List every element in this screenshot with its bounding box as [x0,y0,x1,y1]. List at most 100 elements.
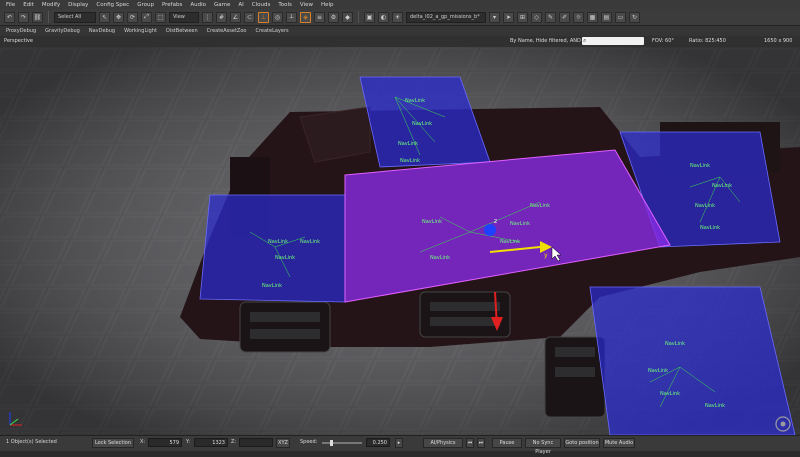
filter-options-label[interactable]: By Name, Hide filtered, AND [510,38,581,44]
wireframe-icon[interactable]: ▤ [601,11,612,23]
y-coord-field[interactable]: 1323 [194,438,228,447]
mute-audio-label: Mute Audio [604,440,634,446]
ai-physics-button[interactable]: AI/Physics [423,438,463,448]
select-region-icon[interactable]: ⬚ [155,11,166,23]
menu-help[interactable]: Help [321,2,334,8]
scale-icon[interactable]: ⤢ [141,11,152,23]
nav-link-label: NavLink [665,341,685,347]
quick-dist-between[interactable]: DistBetween [166,28,198,34]
viewport-view-label[interactable]: Perspective [4,38,33,44]
prefab-icon[interactable]: ▣ [364,11,375,23]
speed-value: 0.250 [372,440,387,446]
move-icon[interactable]: ✥ [113,11,124,23]
quick-create-asset-zoo[interactable]: CreateAssetZoo [207,28,247,34]
menu-file[interactable]: File [6,2,15,8]
layers-icon[interactable]: ≡ [314,11,325,23]
ratio-value: 825:450 [705,38,726,44]
speed-step-icon[interactable]: ▸ [395,438,403,448]
no-sync-player-button[interactable]: No Sync Player [525,438,561,455]
select-arrow-icon[interactable]: ↖ [99,11,110,23]
display-icon[interactable]: ▭ [615,11,626,23]
quick-gravity-debug[interactable]: GravityDebug [45,28,80,34]
ratio-label: Ratio: [689,38,704,44]
x-coord-label: X: [140,439,146,445]
view-mode-dropdown[interactable]: View [169,11,199,23]
scene-render[interactable]: NavLink NavLink NavLink NavLink NavLink … [0,47,800,435]
save-icon[interactable]: ▾ [489,11,500,23]
xyz-label: XYZ [278,440,288,446]
snap-icon[interactable]: ⋮ [202,11,213,23]
fov-readout: FOV: 60° [652,38,674,44]
step-back-icon[interactable]: ⏮ [466,438,474,448]
cube-icon[interactable]: ▦ [587,11,598,23]
brush-icon[interactable]: ✐ [559,11,570,23]
menu-tools[interactable]: Tools [278,2,292,8]
gizmo-z-handle[interactable] [484,224,496,236]
ai-physics-label: AI/Physics [430,440,456,446]
object-snap-icon[interactable]: ◈ [300,11,311,23]
sun-icon[interactable]: ☼ [573,11,584,23]
terrain-snap-icon[interactable]: ⊥ [258,11,269,23]
menu-view[interactable]: View [300,2,313,8]
quick-buttons-bar: ProxyDebug GravityDebug NavDebug Working… [0,26,800,36]
undo-icon[interactable]: ↶ [4,11,15,23]
nav-link-label: NavLink [430,255,450,261]
physics-icon[interactable]: ⚙ [328,11,339,23]
menu-modify[interactable]: Modify [42,2,60,8]
menu-edit[interactable]: Edit [23,2,34,8]
speed-slider-thumb[interactable] [330,440,333,446]
menu-ai[interactable]: AI [238,2,243,8]
quick-proxy-debug[interactable]: ProxyDebug [6,28,36,34]
quick-nav-debug[interactable]: NavDebug [89,28,115,34]
perspective-viewport[interactable]: NavLink NavLink NavLink NavLink NavLink … [0,47,800,435]
menu-prefabs[interactable]: Prefabs [162,2,182,8]
link-icon[interactable]: ⛓ [32,11,43,23]
speed-field[interactable]: 0.250 [366,438,390,447]
quick-create-layers[interactable]: CreateLayers [255,28,288,34]
x-coord-field[interactable]: 579 [148,438,182,447]
refresh-icon[interactable]: ↻ [629,11,640,23]
ruler-icon[interactable]: ⟂ [286,11,297,23]
menu-group[interactable]: Group [137,2,154,8]
nav-link-label: NavLink [275,255,295,261]
z-coord-field[interactable] [239,438,273,447]
redo-icon[interactable]: ↷ [18,11,29,23]
camera-icon[interactable]: ◎ [272,11,283,23]
paint-icon[interactable]: ✎ [545,11,556,23]
level-name-dropdown[interactable]: delta_l02_a_gp_missions_b* [406,11,486,23]
angle-icon[interactable]: ∠ [230,11,241,23]
ai-icon[interactable]: ◆ [342,11,353,23]
nav-link-label: NavLink [500,239,520,245]
viewport-search-input[interactable]: ⌕ [582,37,644,45]
lighting-icon[interactable]: ☀ [392,11,403,23]
nav-link-label: NavLink [405,98,425,104]
step-forward-icon[interactable]: ⏭ [477,438,485,448]
menu-game[interactable]: Game [214,2,230,8]
select-mode-dropdown[interactable]: Select All [54,11,96,23]
measure-icon[interactable]: ⊞ [517,11,528,23]
nav-volume-bottom-right [589,286,796,435]
lock-selection-button[interactable]: Lock Selection [92,438,134,448]
grid-icon[interactable]: # [216,11,227,23]
magnet-icon[interactable]: ⊂ [244,11,255,23]
goto-position-button[interactable]: Goto position [564,438,600,448]
menu-config-spec[interactable]: Config Spec [96,2,129,8]
menu-display[interactable]: Display [68,2,88,8]
rotate-icon[interactable]: ⟳ [127,11,138,23]
speed-slider[interactable] [322,440,362,446]
goto-icon[interactable]: ➤ [503,11,514,23]
nav-link-label: NavLink [400,158,420,164]
quick-working-light[interactable]: WorkingLight [124,28,157,34]
goto-position-label: Goto position [565,440,599,446]
selection-status: 1 Object(s) Selected [6,439,57,445]
xyz-lock-button[interactable]: XYZ [276,438,290,448]
menu-clouds[interactable]: Clouds [252,2,271,8]
mute-audio-button[interactable]: Mute Audio [603,438,635,448]
nav-link-label: NavLink [660,391,680,397]
ratio-readout: Ratio: 825:450 [689,38,726,44]
menu-audio[interactable]: Audio [190,2,206,8]
pause-button[interactable]: Pause [492,438,522,448]
vertex-icon[interactable]: ◇ [531,11,542,23]
material-icon[interactable]: ◐ [378,11,389,23]
search-icon: ⌕ [583,37,587,44]
